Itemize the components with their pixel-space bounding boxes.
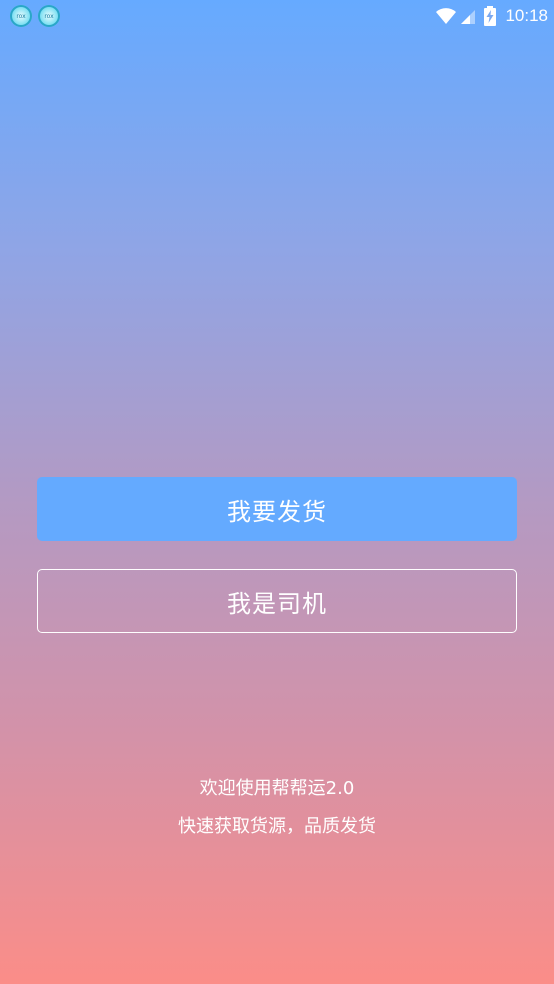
tagline-text: 快速获取货源，品质发货 xyxy=(178,816,376,837)
welcome-text: 欢迎使用帮帮运2.0 xyxy=(199,778,355,799)
ship-goods-button[interactable]: 我要发货 xyxy=(37,477,517,541)
status-clock: 10:18 xyxy=(505,6,548,25)
ship-goods-label: 我要发货 xyxy=(227,497,327,526)
notification-icon-label: rox xyxy=(44,12,54,20)
battery-charging-icon xyxy=(484,6,497,26)
status-bar: rox rox 10:18 xyxy=(0,0,554,32)
status-indicators: 10:18 xyxy=(435,4,548,28)
app-notification-icon: rox xyxy=(10,5,32,27)
notification-icon-label: rox xyxy=(16,12,26,20)
app-notification-icon: rox xyxy=(38,5,60,27)
signal-icon xyxy=(461,10,476,24)
driver-label: 我是司机 xyxy=(227,589,327,618)
wifi-icon xyxy=(436,8,457,24)
i-am-driver-button[interactable]: 我是司机 xyxy=(37,569,517,633)
